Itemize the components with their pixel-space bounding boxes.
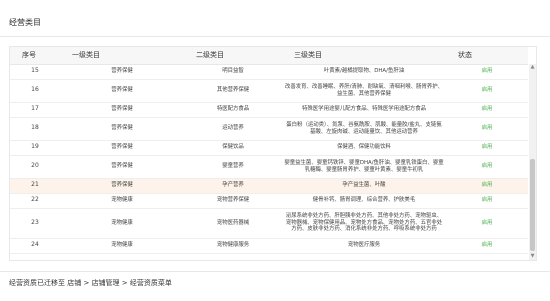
divider xyxy=(0,271,550,272)
cell-level2: 其他营养保健 xyxy=(184,79,282,103)
column-header-status: 状态 xyxy=(446,47,528,65)
table-row: 16 营养保健 其他营养保健 改善发育、改善睡眠、养肝/清肺、耐缺氧、清咽利喉、肠胃养… xyxy=(10,79,528,103)
cell-index: 24 xyxy=(10,238,60,254)
table-row: 19 营养保健 保健饮品 保健酒、保健功能饮料 启用 xyxy=(10,140,528,156)
scroll-up-arrow-icon[interactable]: ▲ xyxy=(529,64,536,71)
cell-status: 启用 xyxy=(446,155,528,179)
divider xyxy=(0,36,550,37)
cell-status: 启用 xyxy=(446,117,528,141)
cell-level2: 宠物健康服务 xyxy=(184,238,282,254)
cell-level2: 婴童营养 xyxy=(184,155,282,179)
cell-status: 启用 xyxy=(446,140,528,156)
table-row: 15 营养保健 明目益智 叶黄素/越橘提取物、DHA/鱼肝油 启用 xyxy=(10,64,528,80)
table-row: 24 宠物健康 宠物健康服务 宠物医疗服务 启用 xyxy=(10,238,528,254)
cell-level1: 营养保健 xyxy=(60,64,184,80)
cell-level1: 宠物健康 xyxy=(60,208,184,239)
cell-level1: 营养保健 xyxy=(60,102,184,118)
table-row: 18 营养保健 运动营养 蛋白粉（运动类）、氮泵、谷氨酰胺、肌酸、能量胶/盐丸、支链氨… xyxy=(10,117,528,141)
cell-level1: 营养保健 xyxy=(60,178,184,194)
page-title: 经营类目 xyxy=(9,18,41,27)
cell-status: 启用 xyxy=(446,208,528,239)
link-qualification-menu[interactable]: 经营资质菜单 xyxy=(130,279,172,287)
cell-level1: 营养保健 xyxy=(60,140,184,156)
cell-index: 17 xyxy=(10,102,60,118)
link-store[interactable]: 店铺 xyxy=(67,279,81,287)
breadcrumb-separator: > xyxy=(119,279,130,287)
cell-status: 启用 xyxy=(446,178,528,194)
vertical-scrollbar[interactable]: ▲ ▼ xyxy=(529,64,536,260)
cell-level2: 宠物医药器械 xyxy=(184,208,282,239)
cell-status: 启用 xyxy=(446,79,528,103)
cell-status: 启用 xyxy=(446,238,528,254)
table-row: 22 宠物健康 宠物营养保健 健骨补钙、肠胃调理、综合营养、护肤美毛 启用 xyxy=(10,193,528,209)
cell-level2: 宠物营养保健 xyxy=(184,193,282,209)
table-row: 17 营养保健 特医配方食品 特殊医学用途婴儿配方食品、特殊医学用途配方食品 启用 xyxy=(10,102,528,118)
cell-level3: 蛋白粉（运动类）、氮泵、谷氨酰胺、肌酸、能量胶/盐丸、支链氨基酸、左旋肉碱、运动… xyxy=(282,117,446,141)
cell-index: 16 xyxy=(10,79,60,103)
column-header-level3: 三级类目 xyxy=(282,47,446,65)
footer-prefix: 经营资质已迁移至 xyxy=(9,279,68,287)
cell-level3: 孕产益生菌、叶酸 xyxy=(282,178,446,194)
cell-level3: 叶黄素/越橘提取物、DHA/鱼肝油 xyxy=(282,64,446,80)
cell-level3: 泌尿系统非处方药、肝胆胰非处方药、其他非处方药、宠物驱虫、宠物器械、宠物保健用品… xyxy=(282,208,446,239)
cell-index: 15 xyxy=(10,64,60,80)
table-header-row: 序号 一级类目 二级类目 三级类目 状态 xyxy=(10,47,528,65)
cell-level3: 健骨补钙、肠胃调理、综合营养、护肤美毛 xyxy=(282,193,446,209)
cell-status: 启用 xyxy=(446,193,528,209)
cell-index: 18 xyxy=(10,117,60,141)
cell-level1: 营养保健 xyxy=(60,117,184,141)
table-row: 23 宠物健康 宠物医药器械 泌尿系统非处方药、肝胆胰非处方药、其他非处方药、宠物驱虫… xyxy=(10,208,528,239)
cell-level1: 宠物健康 xyxy=(60,193,184,209)
cell-index: 20 xyxy=(10,155,60,179)
cell-index: 19 xyxy=(10,140,60,156)
category-table: 序号 一级类目 二级类目 三级类目 状态 15 营养保健 明目益智 叶黄素/越橘提取物… xyxy=(10,47,528,254)
cell-level3: 改善发育、改善睡眠、养肝/清肺、耐缺氧、清咽利喉、肠胃养护、益生菌、其他营养保健 xyxy=(282,79,446,103)
cell-index: 23 xyxy=(10,208,60,239)
column-header-level1: 一级类目 xyxy=(60,47,184,65)
table-row: 21 营养保健 孕产营养 孕产益生菌、叶酸 启用 xyxy=(10,178,528,194)
footer-note: 经营资质已迁移至 店铺 > 店铺管理 > 经营资质菜单 xyxy=(9,278,172,288)
cell-level2: 明目益智 xyxy=(184,64,282,80)
column-header-level2: 二级类目 xyxy=(184,47,282,65)
cell-level1: 宠物健康 xyxy=(60,238,184,254)
cell-level3: 保健酒、保健功能饮料 xyxy=(282,140,446,156)
cell-level3: 婴童益生菌、婴童钙铁锌、婴童DHA/鱼肝油、婴童乳铁蛋白、婴童乳糖酶、婴童肠胃养… xyxy=(282,155,446,179)
cell-level1: 营养保健 xyxy=(60,79,184,103)
scroll-down-arrow-icon[interactable]: ▼ xyxy=(529,253,536,260)
table-body: 15 营养保健 明目益智 叶黄素/越橘提取物、DHA/鱼肝油 启用 16 营养保健 其他营养保… xyxy=(10,64,528,254)
scrollbar-thumb[interactable] xyxy=(530,159,535,251)
column-header-index: 序号 xyxy=(10,47,60,65)
breadcrumb-separator: > xyxy=(81,279,92,287)
cell-level2: 运动营养 xyxy=(184,117,282,141)
link-store-management[interactable]: 店铺管理 xyxy=(92,279,120,287)
cell-index: 21 xyxy=(10,178,60,194)
cell-level1: 营养保健 xyxy=(60,155,184,179)
cell-level3: 宠物医疗服务 xyxy=(282,238,446,254)
cell-level2: 孕产营养 xyxy=(184,178,282,194)
table-row: 20 营养保健 婴童营养 婴童益生菌、婴童钙铁锌、婴童DHA/鱼肝油、婴童乳铁蛋白、婴… xyxy=(10,155,528,179)
cell-status: 启用 xyxy=(446,64,528,80)
cell-index: 22 xyxy=(10,193,60,209)
cell-level2: 特医配方食品 xyxy=(184,102,282,118)
cell-level2: 保健饮品 xyxy=(184,140,282,156)
cell-level3: 特殊医学用途婴儿配方食品、特殊医学用途配方食品 xyxy=(282,102,446,118)
cell-status: 启用 xyxy=(446,102,528,118)
category-table-container[interactable]: 序号 一级类目 二级类目 三级类目 状态 15 营养保健 明目益智 叶黄素/越橘提取物… xyxy=(9,46,537,261)
